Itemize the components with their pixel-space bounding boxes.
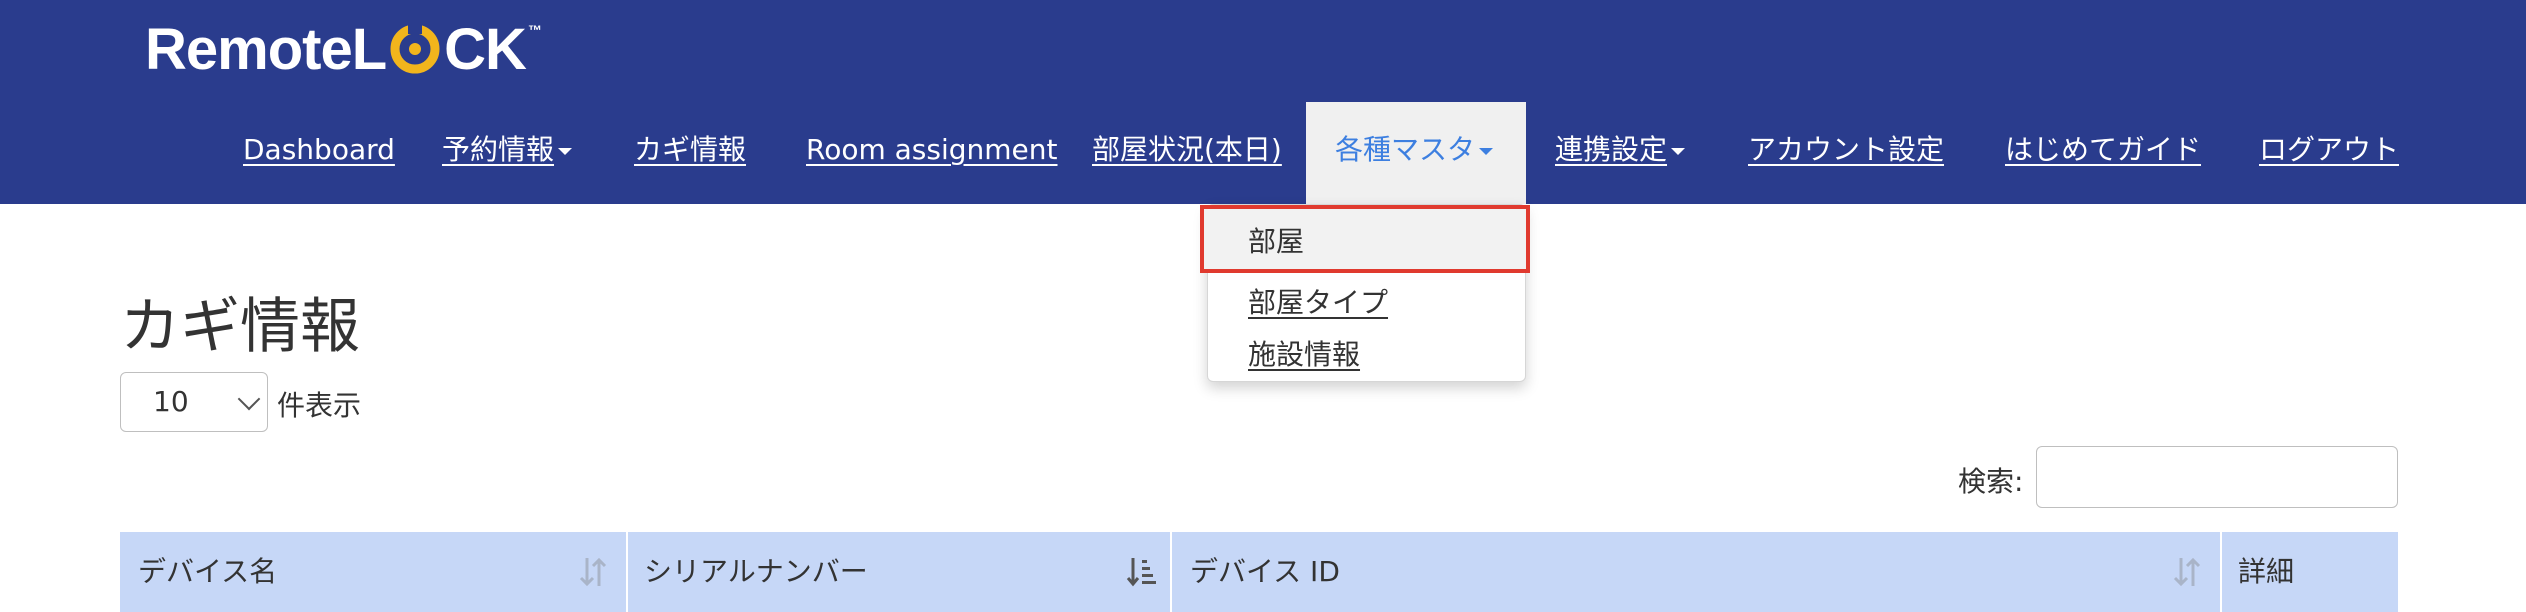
nav-account-settings[interactable]: アカウント設定 [1748,130,1944,170]
logo-text-ck: CK [444,16,527,82]
column-header-serial-number[interactable]: シリアルナンバー [628,532,1170,612]
logo-text-l: L [351,16,387,82]
column-header-device-id[interactable]: デバイス ID [1172,532,2220,612]
remotelock-logo[interactable]: Remote L CK ™ [145,14,542,84]
column-header-label: 詳細 [2238,555,2295,588]
nav-reservations[interactable]: 予約情報 [442,130,573,170]
nav-getting-started-guide[interactable]: はじめてガイド [2005,130,2201,170]
dropdown-item-facility-info[interactable]: 施設情報 [1248,333,1360,373]
nav-room-status[interactable]: 部屋状況(本日) [1092,130,1282,170]
nav-label: 連携設定 [1555,133,1668,166]
table-header-row: デバイス名 シリアルナンバー デバイス ID 詳細 [120,532,2398,612]
column-header-details: 詳細 [2222,532,2398,612]
column-header-label: デバイス ID [1190,555,1340,588]
nav-label: 各種マスタ [1335,133,1476,166]
nav-room-assignment[interactable]: Room assignment [806,130,1058,170]
caret-down-icon [1479,147,1494,155]
nav-label: 部屋状況(本日) [1092,133,1282,166]
column-header-device-name[interactable]: デバイス名 [120,532,626,612]
logo-tm: ™ [527,22,542,38]
nav-integration-settings[interactable]: 連携設定 [1555,130,1686,170]
sort-both-icon [579,557,607,587]
top-navbar: Remote L CK ™ Dashboard 予約情報 カギ情報 Room a… [0,0,2526,204]
chevron-down-icon [237,387,261,411]
nav-logout[interactable]: ログアウト [2259,130,2399,170]
nav-dashboard[interactable]: Dashboard [243,130,395,170]
search-input[interactable] [2036,446,2398,508]
nav-label: 予約情報 [442,133,555,166]
search-label: 検索: [1958,465,2024,498]
page-title: カギ情報 [120,292,360,362]
page-length-value: 10 [153,385,189,418]
page-length-label: 件表示 [277,389,362,422]
caret-down-icon [558,147,573,155]
nav-label: ログアウト [2259,133,2400,166]
nav-keys[interactable]: カギ情報 [634,130,746,170]
dropdown-item-room-type[interactable]: 部屋タイプ [1248,281,1388,321]
dropdown-item-room-label: 部屋 [1248,225,1305,258]
lock-ring-icon [390,24,440,74]
nav-label: アカウント設定 [1748,133,1945,166]
page-length-select[interactable]: 10 [120,372,268,432]
caret-down-icon [1671,147,1686,155]
sort-ascending-icon [1126,558,1156,587]
nav-label: Room assignment [806,133,1058,166]
column-header-label: デバイス名 [138,555,278,588]
nav-master-data[interactable]: 各種マスタ [1335,130,1494,170]
logo-text-remote: Remote [145,16,353,82]
column-header-label: シリアルナンバー [644,555,868,588]
nav-label: はじめてガイド [2005,133,2202,166]
nav-label: Dashboard [243,133,395,166]
nav-label: カギ情報 [634,133,747,166]
sort-both-icon [2173,557,2201,587]
